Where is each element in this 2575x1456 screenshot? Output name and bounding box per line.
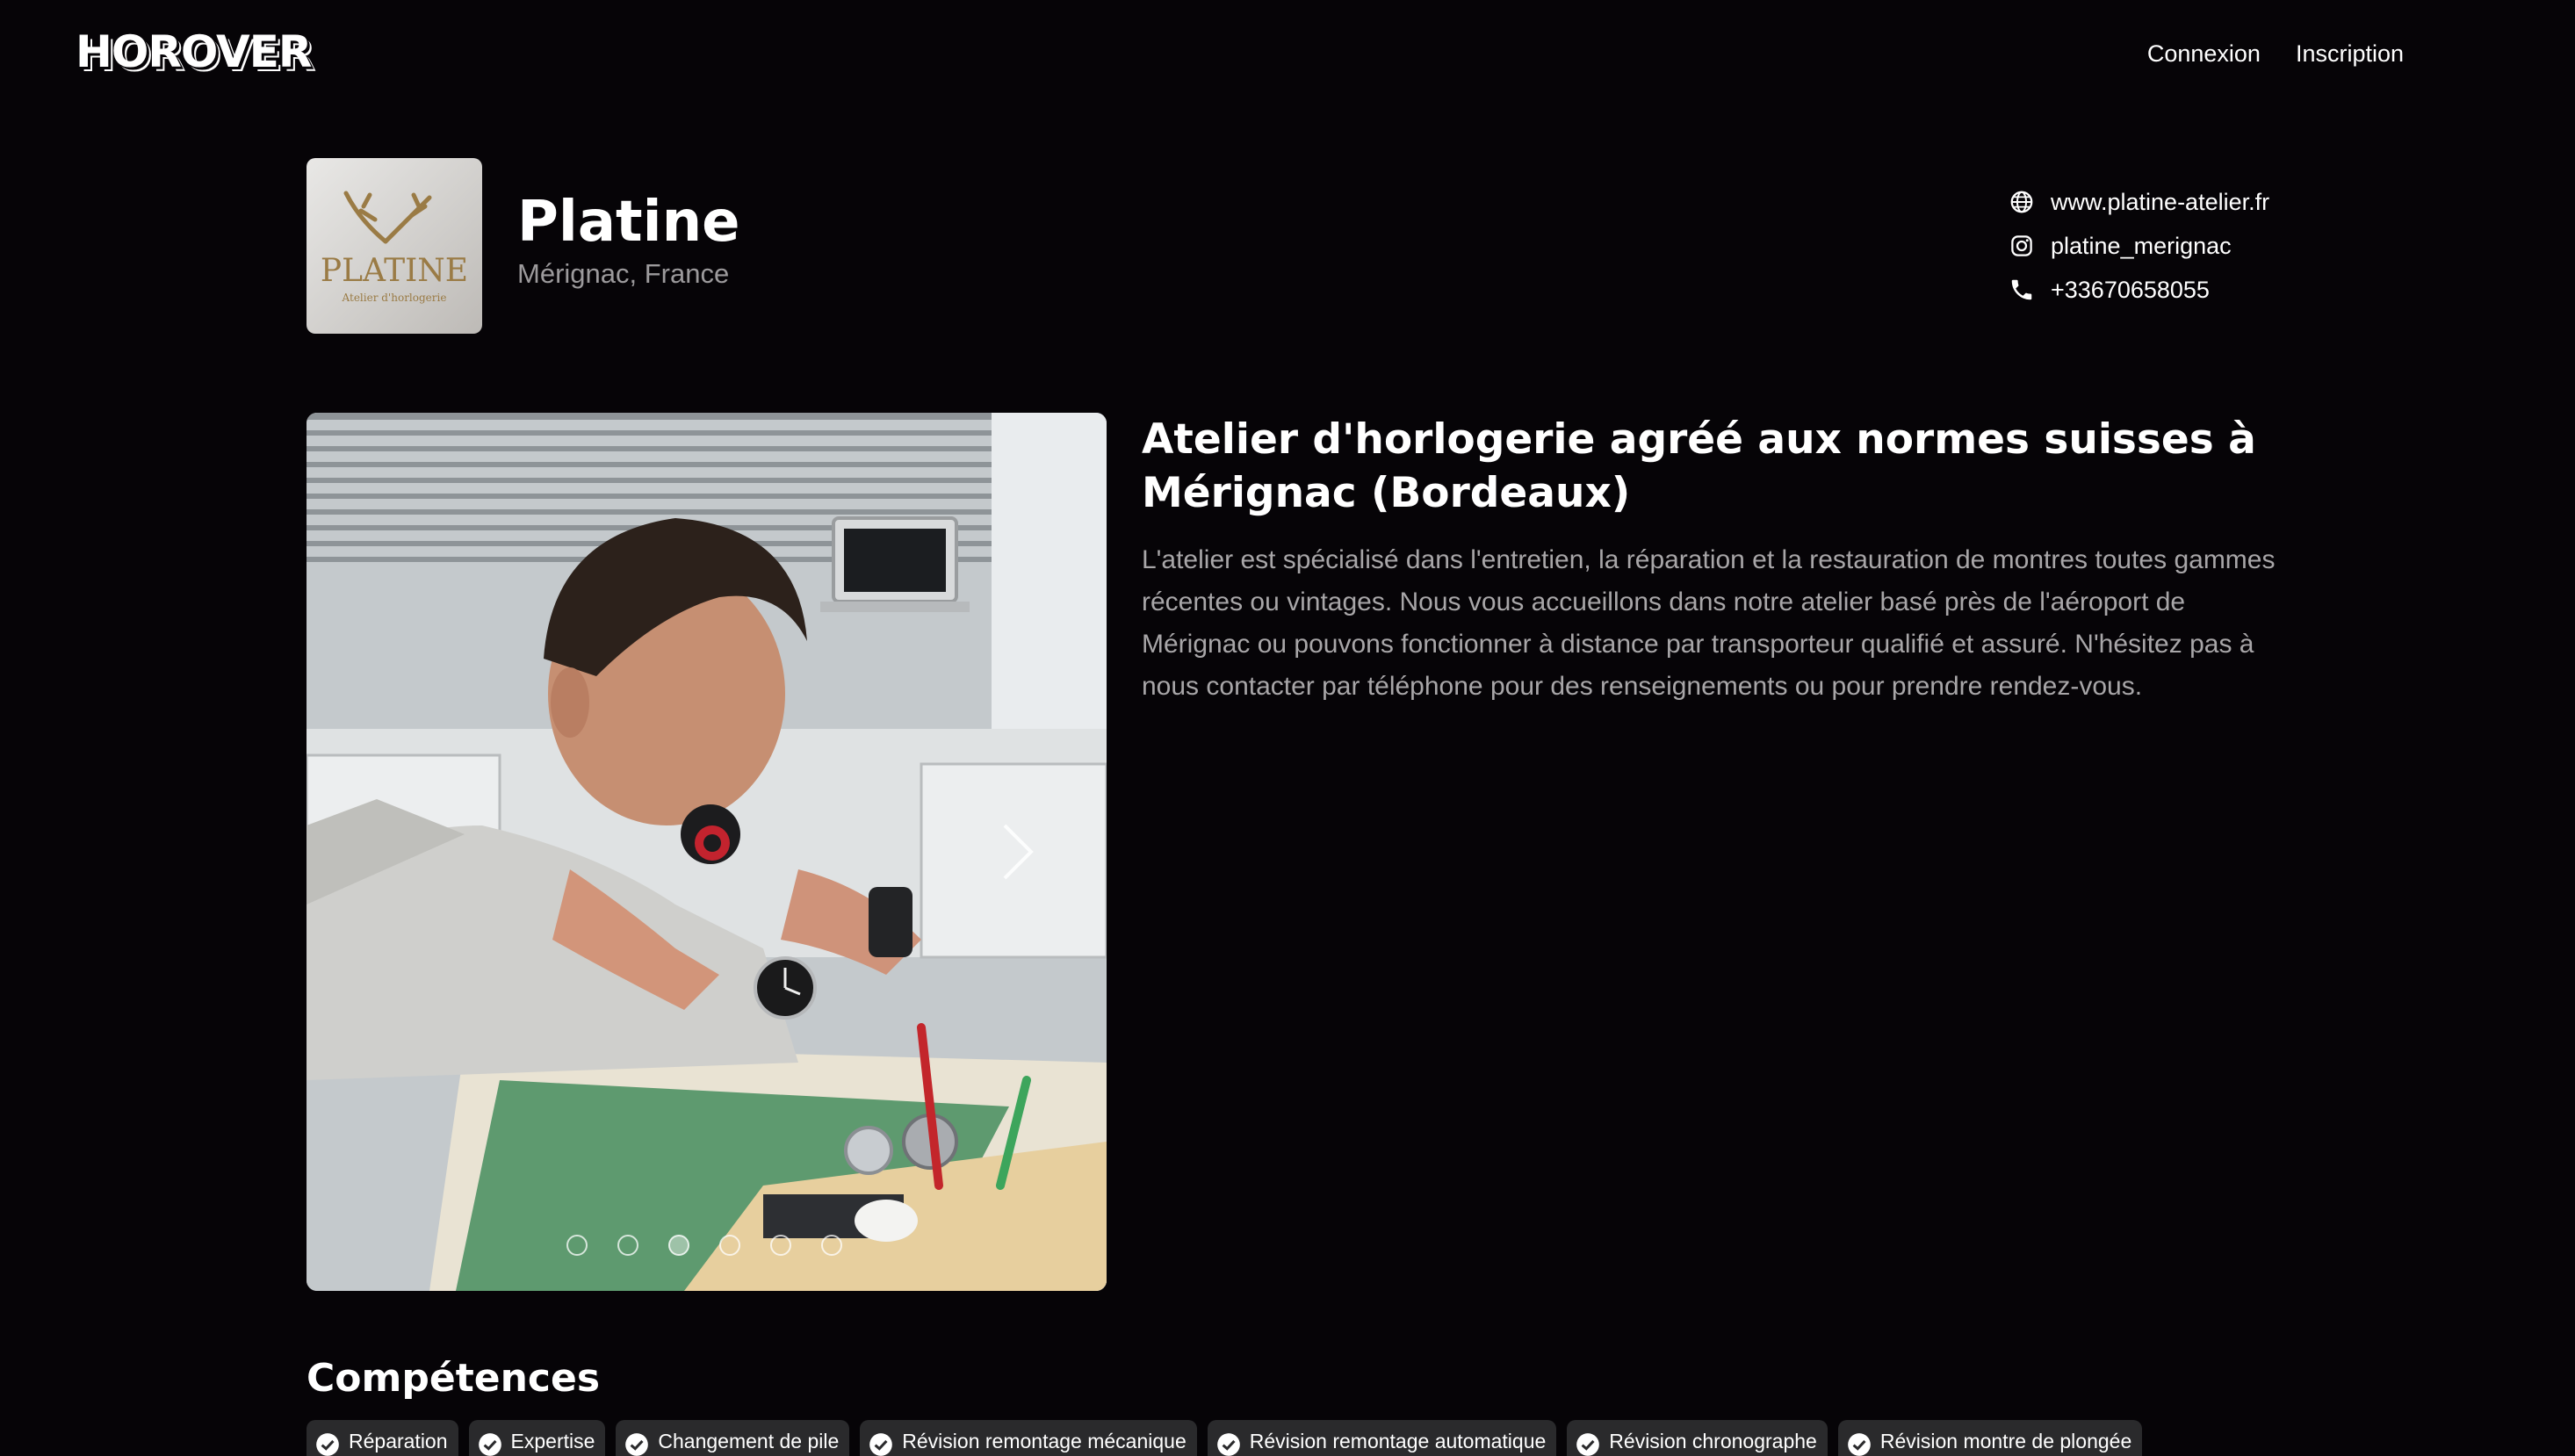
- watchmaker-photo: [307, 413, 1107, 1291]
- skill-chip: Révision remontage automatique: [1207, 1420, 1557, 1456]
- top-nav: Connexion Inscription: [2147, 40, 2404, 68]
- website-link[interactable]: www.platine-atelier.fr: [2009, 180, 2269, 224]
- shop-name: Platine: [517, 190, 740, 255]
- top-bar: HOROVER Connexion Inscription: [0, 0, 2575, 112]
- skill-label: Révision remontage automatique: [1249, 1429, 1547, 1452]
- brand-logo[interactable]: HOROVER: [76, 26, 312, 77]
- carousel-dot[interactable]: [566, 1235, 588, 1256]
- shop-description: Atelier d'horlogerie agréé aux normes su…: [1142, 413, 2283, 708]
- skill-chip: Changement de pile: [616, 1420, 850, 1456]
- svg-text:PLATINE: PLATINE: [321, 253, 468, 289]
- check-circle-icon: [478, 1433, 501, 1456]
- phone-text: +33670658055: [2051, 276, 2210, 303]
- skill-label: Révision montre de plongée: [1879, 1429, 2132, 1452]
- skill-chip: Réparation: [307, 1420, 458, 1456]
- carousel-dot[interactable]: [617, 1235, 638, 1256]
- signup-link[interactable]: Inscription: [2296, 40, 2404, 68]
- check-circle-icon: [625, 1433, 649, 1456]
- description-title: Atelier d'horlogerie agréé aux normes su…: [1142, 415, 2256, 517]
- contact-list: www.platine-atelier.fr platine_merignac …: [2009, 180, 2269, 312]
- instagram-text: platine_merignac: [2051, 232, 2232, 259]
- skills-heading: Compétences: [307, 1356, 601, 1401]
- skill-label: Révision remontage mécanique: [902, 1429, 1187, 1452]
- skill-label: Expertise: [510, 1429, 595, 1452]
- carousel-dot[interactable]: [719, 1235, 740, 1256]
- carousel-dot[interactable]: [770, 1235, 791, 1256]
- check-circle-icon: [316, 1433, 339, 1456]
- check-circle-icon: [869, 1433, 893, 1456]
- carousel-dot-active[interactable]: [668, 1235, 689, 1256]
- check-circle-icon: [1848, 1433, 1871, 1456]
- skill-chip: Révision chronographe: [1567, 1420, 1828, 1456]
- carousel-next-icon[interactable]: [992, 817, 1044, 887]
- globe-icon: [2010, 191, 2033, 213]
- shop-header: PLATINE Atelier d'horlogerie Platine Mér…: [307, 158, 2268, 334]
- shop-location: Mérignac, France: [517, 258, 730, 289]
- phone-link[interactable]: +33670658055: [2009, 268, 2269, 312]
- skill-label: Changement de pile: [658, 1429, 840, 1452]
- skill-chip: Expertise: [468, 1420, 606, 1456]
- login-link[interactable]: Connexion: [2147, 40, 2261, 68]
- carousel-dot[interactable]: [821, 1235, 842, 1256]
- skill-label: Réparation: [349, 1429, 448, 1452]
- skill-chip: Révision remontage mécanique: [860, 1420, 1197, 1456]
- website-text: www.platine-atelier.fr: [2051, 188, 2270, 215]
- check-circle-icon: [1216, 1433, 1240, 1456]
- carousel-dots: [566, 1235, 842, 1256]
- instagram-link[interactable]: platine_merignac: [2009, 224, 2269, 268]
- skills-list: Réparation Expertise Changement de pile …: [307, 1420, 2143, 1456]
- instagram-icon: [2011, 235, 2032, 256]
- skill-label: Révision chronographe: [1609, 1429, 1817, 1452]
- check-circle-icon: [1576, 1433, 1600, 1456]
- skill-chip: Révision montre de plongée: [1837, 1420, 2143, 1456]
- platine-logo-icon: PLATINE Atelier d'horlogerie: [321, 191, 468, 304]
- description-body: L'atelier est spécialisé dans l'entretie…: [1142, 545, 2276, 701]
- svg-text:Atelier d'horlogerie: Atelier d'horlogerie: [342, 292, 447, 304]
- shop-logo-image: PLATINE Atelier d'horlogerie: [307, 158, 482, 334]
- phone-icon: [2011, 279, 2032, 300]
- photo-carousel[interactable]: [307, 413, 1107, 1291]
